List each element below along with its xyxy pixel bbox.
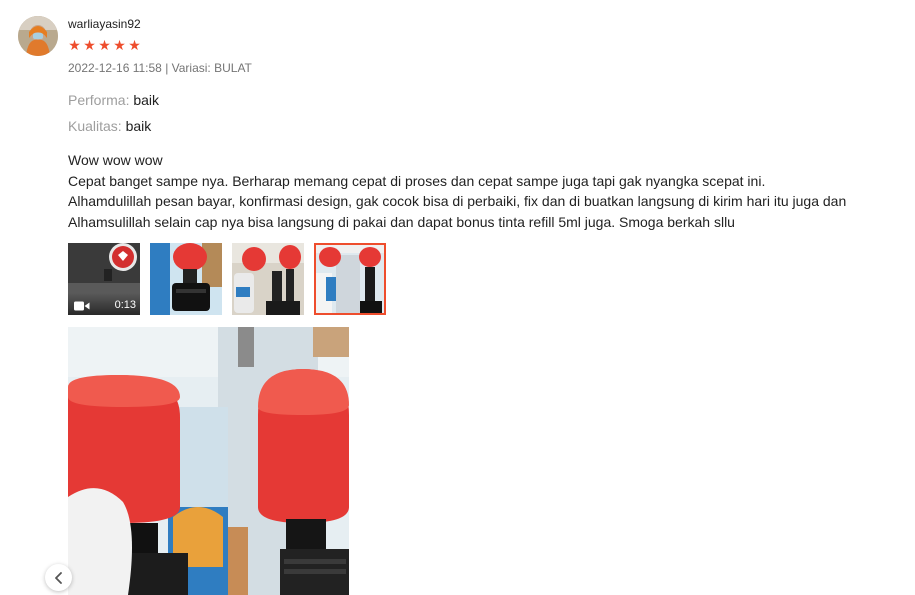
reviewer-username[interactable]: warliayasin92 (68, 17, 141, 31)
media-thumbnail-selected[interactable] (314, 243, 386, 315)
media-thumbnails: 0:13 (68, 243, 386, 315)
thumbnail-image (232, 243, 304, 315)
attribute-key: Performa: (68, 92, 130, 108)
main-media-preview[interactable] (68, 327, 349, 595)
chevron-left-icon (54, 571, 62, 584)
main-media-image (68, 327, 349, 595)
star-icon: ★ (113, 37, 126, 53)
video-duration: 0:13 (114, 299, 136, 311)
media-thumbnail[interactable] (150, 243, 222, 315)
review-body: Wow wow wow Cepat banget sampe nya. Berh… (68, 150, 868, 232)
review-line: Alhamdulillah pesan bayar, konfirmasi de… (68, 193, 847, 209)
previous-media-button[interactable] (45, 564, 72, 591)
thumbnail-image (316, 245, 384, 313)
attribute-kualitas: Kualitas: baik (68, 118, 151, 134)
review-card: warliayasin92 ★ ★ ★ ★ ★ 2022-12-16 11:58… (0, 0, 915, 595)
star-icon: ★ (98, 37, 111, 53)
attribute-performa: Performa: baik (68, 92, 159, 108)
review-line: Cepat banget sampe nya. Berharap memang … (68, 172, 766, 189)
avatar[interactable] (18, 16, 58, 56)
thumbnail-image (150, 243, 222, 315)
video-camera-icon (74, 301, 90, 311)
avatar-image (18, 16, 58, 56)
star-icon: ★ (68, 37, 81, 53)
star-icon: ★ (83, 37, 96, 53)
media-thumbnail[interactable] (232, 243, 304, 315)
attribute-value: baik (133, 92, 160, 108)
media-thumbnail-video[interactable]: 0:13 (68, 243, 140, 315)
video-overlay: 0:13 (68, 293, 140, 315)
review-meta: 2022-12-16 11:58 | Variasi: BULAT (68, 61, 252, 75)
review-line: Wow wow wow (68, 152, 163, 168)
attribute-value: baik (125, 118, 152, 134)
rating-stars: ★ ★ ★ ★ ★ (68, 37, 141, 53)
star-icon: ★ (128, 37, 141, 53)
review-line: Alhamsulillah selain cap nya bisa langsu… (68, 213, 735, 230)
attribute-key: Kualitas: (68, 118, 122, 134)
